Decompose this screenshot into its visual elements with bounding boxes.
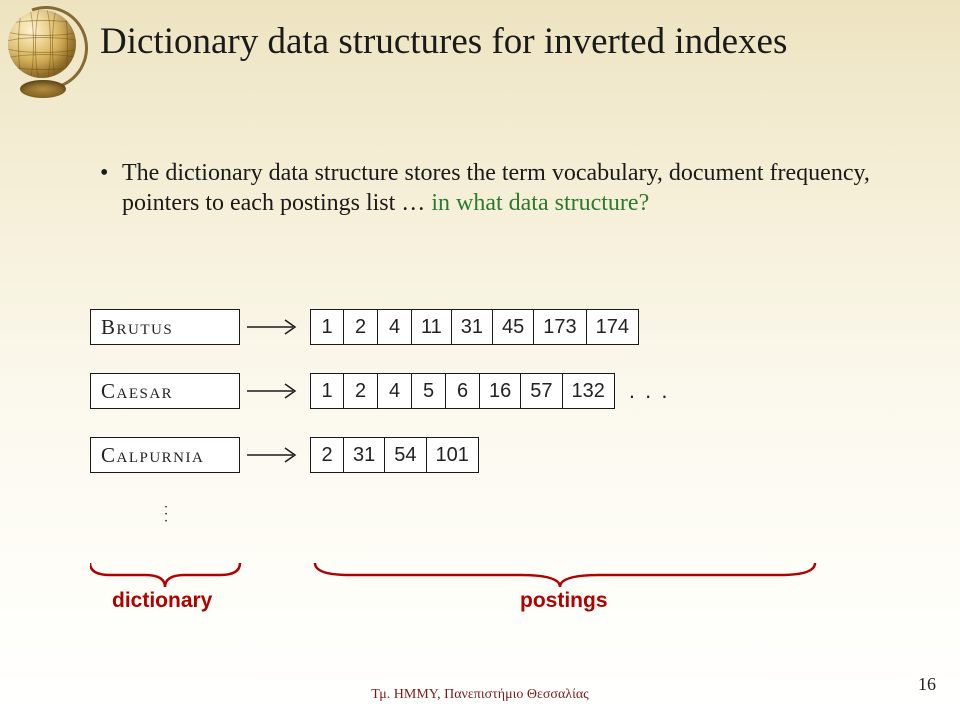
- index-row: Caesar 124561657132 . . .: [90, 369, 890, 413]
- braces: dictionary postings: [90, 553, 890, 613]
- brace-label-dictionary: dictionary: [112, 589, 212, 613]
- posting-cell: 4: [378, 373, 412, 409]
- bullet-text: •The dictionary data structure stores th…: [100, 158, 900, 218]
- posting-cell: 31: [344, 437, 385, 473]
- posting-cell: 11: [412, 309, 452, 345]
- posting-cell: 6: [446, 373, 480, 409]
- posting-cell: 2: [344, 373, 378, 409]
- ellipsis: . . .: [629, 378, 670, 404]
- term-box: Calpurnia: [90, 437, 240, 473]
- footer-text: Τμ. ΗΜΜΥ, Πανεπιστήμιο Θεσσαλίας: [0, 687, 960, 703]
- posting-cell: 57: [521, 373, 562, 409]
- posting-cell: 54: [385, 437, 426, 473]
- vertical-dots: •••: [165, 505, 167, 526]
- posting-cell: 101: [427, 437, 479, 473]
- posting-cell: 4: [378, 309, 412, 345]
- term-box: Caesar: [90, 373, 240, 409]
- postings-list: 124113145173174: [310, 309, 639, 345]
- inverted-index-diagram: Brutus 124113145173174Caesar 12456165713…: [90, 305, 890, 497]
- arrow-icon: [240, 317, 310, 337]
- posting-cell: 2: [344, 309, 378, 345]
- posting-cell: 173: [534, 309, 586, 345]
- posting-cell: 2: [310, 437, 344, 473]
- posting-cell: 174: [587, 309, 639, 345]
- postings-list: 23154101: [310, 437, 479, 473]
- posting-cell: 45: [493, 309, 534, 345]
- term-box: Brutus: [90, 309, 240, 345]
- brace-label-postings: postings: [520, 589, 608, 613]
- posting-cell: 1: [310, 309, 344, 345]
- posting-cell: 16: [480, 373, 521, 409]
- slide-title: Dictionary data structures for inverted …: [100, 20, 930, 64]
- arrow-icon: [240, 445, 310, 465]
- globe-decoration: [2, 2, 90, 100]
- page-number: 16: [918, 674, 936, 695]
- posting-cell: 31: [452, 309, 493, 345]
- index-row: Brutus 124113145173174: [90, 305, 890, 349]
- arrow-icon: [240, 381, 310, 401]
- index-row: Calpurnia 23154101: [90, 433, 890, 477]
- bullet-question: in what data structure?: [431, 190, 649, 216]
- posting-cell: 5: [412, 373, 446, 409]
- posting-cell: 1: [310, 373, 344, 409]
- posting-cell: 132: [563, 373, 615, 409]
- postings-list: 124561657132: [310, 373, 615, 409]
